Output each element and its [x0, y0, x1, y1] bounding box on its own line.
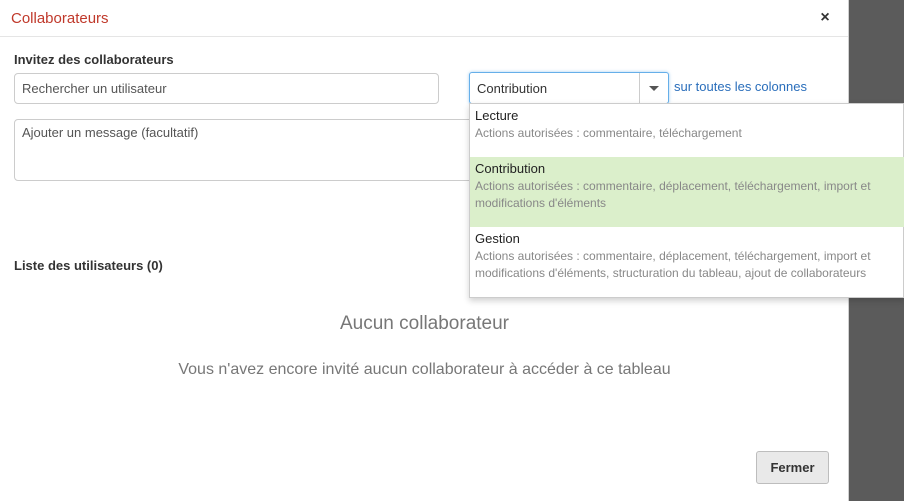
- close-icon[interactable]: ×: [816, 9, 834, 27]
- role-option-lecture[interactable]: Lecture Actions autorisées : commentaire…: [470, 104, 904, 157]
- empty-state-text: Vous n'avez encore invité aucun collabor…: [178, 361, 671, 378]
- empty-state-title: Aucun collaborateur: [340, 313, 509, 334]
- role-option-label: Gestion: [475, 231, 520, 246]
- chevron-down-icon: [649, 86, 659, 91]
- role-option-description: Actions autorisées : commentaire, téléch…: [475, 126, 742, 140]
- role-dropdown: Lecture Actions autorisées : commentaire…: [469, 103, 904, 298]
- role-select[interactable]: Contribution: [469, 72, 669, 104]
- user-list-title: Liste des utilisateurs (0): [14, 258, 163, 273]
- role-option-label: Contribution: [475, 161, 546, 176]
- message-input[interactable]: [14, 119, 484, 181]
- dialog-title: Collaborateurs: [11, 10, 109, 27]
- role-option-label: Lecture: [475, 108, 519, 123]
- role-option-gestion[interactable]: Gestion Actions autorisées : commentaire…: [470, 227, 904, 297]
- scope-link[interactable]: sur toutes les colonnes: [674, 79, 807, 94]
- close-button[interactable]: Fermer: [756, 451, 829, 484]
- dialog-header: Collaborateurs ×: [0, 0, 848, 37]
- role-option-description: Actions autorisées : commentaire, déplac…: [475, 179, 871, 210]
- role-option-contribution[interactable]: Contribution Actions autorisées : commen…: [470, 157, 904, 227]
- role-select-value: Contribution: [477, 81, 548, 96]
- role-option-description: Actions autorisées : commentaire, déplac…: [475, 249, 871, 280]
- user-search-input[interactable]: [14, 73, 439, 104]
- role-select-toggle[interactable]: [639, 73, 668, 103]
- invite-section-title: Invitez des collaborateurs: [14, 52, 174, 67]
